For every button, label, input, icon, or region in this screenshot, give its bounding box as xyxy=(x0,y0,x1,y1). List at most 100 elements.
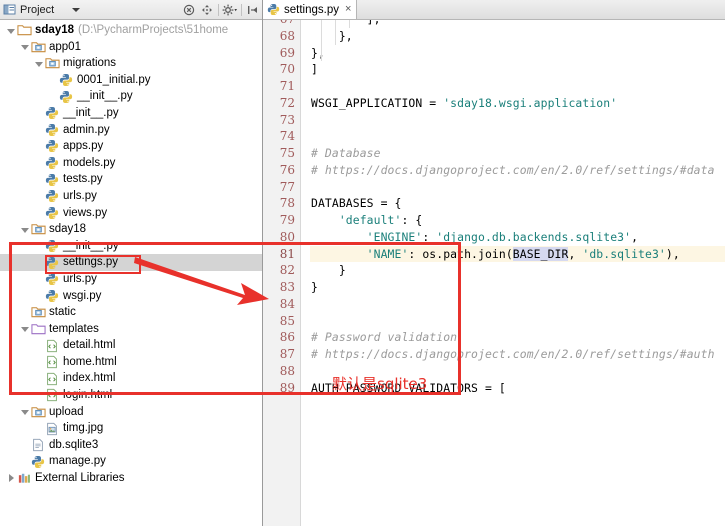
code-line[interactable]: # Password validation xyxy=(311,329,457,346)
chevron-down-icon[interactable] xyxy=(20,41,31,52)
chevron-right-icon[interactable] xyxy=(6,473,17,484)
tab-settings-py[interactable]: settings.py × xyxy=(263,0,357,19)
image-file-icon xyxy=(45,422,60,436)
python-file-icon xyxy=(31,455,46,469)
collapse-all-icon[interactable] xyxy=(181,2,197,18)
python-file-icon xyxy=(45,189,60,203)
tree-item-label: home.html xyxy=(63,354,117,371)
code-token: # https://docs.djangoproject.com/en/2.0/… xyxy=(311,163,715,177)
code-token: ), xyxy=(666,247,680,261)
tree-row-admin-py[interactable]: admin.py xyxy=(0,122,262,139)
tree-row-sday18[interactable]: sday18(D:\PycharmProjects\51home xyxy=(0,22,262,39)
code-line[interactable]: # Database xyxy=(311,145,381,162)
tree-no-toggle xyxy=(34,191,45,202)
chevron-down-icon[interactable] xyxy=(20,224,31,235)
line-number: 76 xyxy=(280,162,295,179)
tree-item-label: wsgi.py xyxy=(63,288,101,305)
tree-item-label: templates xyxy=(49,321,99,338)
hide-panel-icon[interactable] xyxy=(245,2,261,18)
chevron-down-icon[interactable] xyxy=(6,25,17,36)
code-line[interactable]: 'ENGINE': 'django.db.backends.sqlite3', xyxy=(311,229,638,246)
code-token: : { xyxy=(401,213,422,227)
tree-no-toggle xyxy=(34,390,45,401)
code-token: # Database xyxy=(311,146,381,160)
chevron-down-icon[interactable] xyxy=(20,323,31,334)
chevron-down-icon[interactable] xyxy=(34,58,45,69)
tree-item-label: detail.html xyxy=(63,337,115,354)
tree-row-views-py[interactable]: views.py xyxy=(0,205,262,222)
tree-no-toggle xyxy=(34,207,45,218)
tree-row-sday18[interactable]: sday18 xyxy=(0,221,262,238)
tree-no-toggle xyxy=(48,75,59,86)
tree-row--init-py[interactable]: __init__.py xyxy=(0,88,262,105)
python-file-icon xyxy=(45,173,60,187)
tree-row-index-html[interactable]: index.html xyxy=(0,370,262,387)
line-number: 72 xyxy=(280,95,295,112)
tree-no-toggle xyxy=(34,340,45,351)
scroll-from-source-icon[interactable] xyxy=(199,2,215,18)
tree-row--init-py[interactable]: __init__.py xyxy=(0,105,262,122)
tree-item-label: timg.jpg xyxy=(63,420,103,437)
code-line[interactable]: }, xyxy=(311,45,325,62)
tree-row--init-py[interactable]: __init__.py xyxy=(0,238,262,255)
python-file-icon xyxy=(45,272,60,286)
code-line[interactable]: } xyxy=(311,262,346,279)
tree-row-manage-py[interactable]: manage.py xyxy=(0,453,262,470)
tree-row-static[interactable]: static xyxy=(0,304,262,321)
code-line[interactable]: 'NAME': os.path.join(BASE_DIR, 'db.sqlit… xyxy=(311,246,680,263)
code-editor[interactable]: 6768697071727374757677787980818283848586… xyxy=(263,20,725,526)
code-line[interactable]: DATABASES = { xyxy=(311,195,401,212)
tree-row-upload[interactable]: upload xyxy=(0,404,262,421)
code-token: 'default' xyxy=(339,213,402,227)
tree-row-urls-py[interactable]: urls.py xyxy=(0,271,262,288)
line-number: 75 xyxy=(280,145,295,162)
folder-module-icon xyxy=(31,305,46,319)
project-tree[interactable]: sday18(D:\PycharmProjects\51homeapp01mig… xyxy=(0,20,262,487)
indent-guide xyxy=(349,20,350,28)
code-line[interactable]: 'default': { xyxy=(311,212,422,229)
indent-guide xyxy=(335,20,336,45)
project-toolbar: Project xyxy=(0,0,262,20)
tree-item-path: (D:\PycharmProjects\51home xyxy=(78,22,228,39)
tree-row-login-html[interactable]: login.html xyxy=(0,387,262,404)
code-line[interactable]: }, xyxy=(311,28,353,45)
tree-row-db-sqlite3[interactable]: db.sqlite3 xyxy=(0,437,262,454)
python-file-icon xyxy=(45,106,60,120)
python-file-icon xyxy=(45,206,60,220)
code-line[interactable]: WSGI_APPLICATION = 'sday18.wsgi.applicat… xyxy=(311,95,617,112)
close-icon[interactable]: × xyxy=(345,4,351,15)
tree-row-app01[interactable]: app01 xyxy=(0,39,262,56)
toolbar-separator-2 xyxy=(241,4,242,16)
code-line[interactable]: } xyxy=(311,279,318,296)
tree-item-label: __init__.py xyxy=(77,88,133,105)
tree-row-urls-py[interactable]: urls.py xyxy=(0,188,262,205)
code-line[interactable]: # https://docs.djangoproject.com/en/2.0/… xyxy=(311,346,715,363)
chevron-down-icon[interactable] xyxy=(72,8,80,12)
code-line[interactable]: # https://docs.djangoproject.com/en/2.0/… xyxy=(311,162,715,179)
tree-row-wsgi-py[interactable]: wsgi.py xyxy=(0,288,262,305)
settings-gear-icon[interactable] xyxy=(222,2,238,18)
folder-root-icon xyxy=(17,23,32,37)
chevron-down-icon[interactable] xyxy=(20,406,31,417)
tree-row-templates[interactable]: templates xyxy=(0,321,262,338)
tree-no-toggle xyxy=(34,124,45,135)
tree-row-0001-initial-py[interactable]: 0001_initial.py xyxy=(0,72,262,89)
tree-row-home-html[interactable]: home.html xyxy=(0,354,262,371)
tree-row-apps-py[interactable]: apps.py xyxy=(0,138,262,155)
python-file-icon xyxy=(45,256,60,270)
code-line[interactable]: ] xyxy=(311,61,318,78)
line-number: 79 xyxy=(280,212,295,229)
tree-row-settings-py[interactable]: settings.py xyxy=(0,254,262,271)
tree-row-external-libraries[interactable]: External Libraries xyxy=(0,470,262,487)
tree-row-models-py[interactable]: models.py xyxy=(0,155,262,172)
tree-row-timg-jpg[interactable]: timg.jpg xyxy=(0,420,262,437)
folder-module-icon xyxy=(31,222,46,236)
tree-row-detail-html[interactable]: detail.html xyxy=(0,337,262,354)
tree-no-toggle xyxy=(34,290,45,301)
tree-row-tests-py[interactable]: tests.py xyxy=(0,171,262,188)
tree-no-toggle xyxy=(34,274,45,285)
code-token: DATABASES = { xyxy=(311,196,401,210)
tree-row-migrations[interactable]: migrations xyxy=(0,55,262,72)
tree-no-toggle xyxy=(20,440,31,451)
code-folding-strip[interactable] xyxy=(301,20,310,526)
